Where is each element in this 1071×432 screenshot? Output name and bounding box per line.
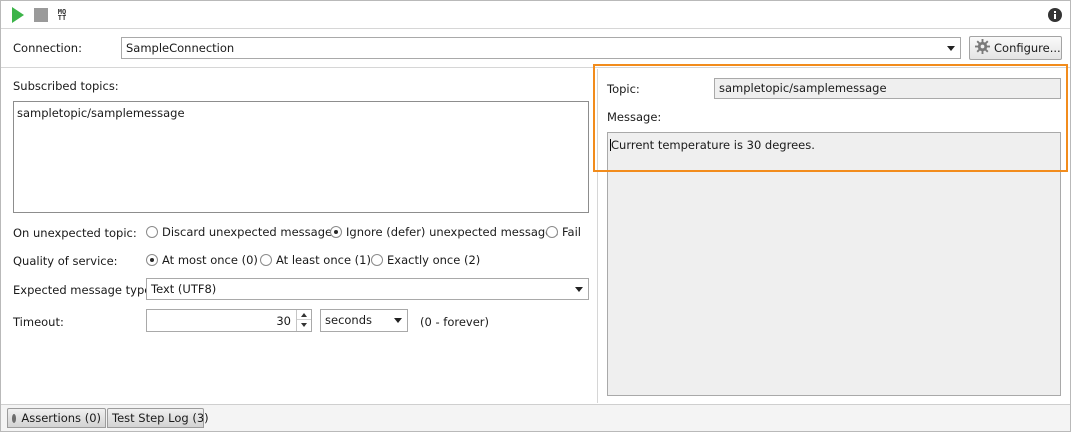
- message-type-label: Expected message type:: [13, 283, 156, 297]
- radio-qos-2[interactable]: Exactly once (2): [371, 253, 480, 267]
- chevron-down-icon: [947, 46, 955, 51]
- stop-icon[interactable]: [32, 6, 50, 24]
- topic-field[interactable]: sampletopic/samplemessage: [714, 78, 1061, 99]
- tab-label: Test Step Log (3): [112, 411, 209, 425]
- radio-label: Discard unexpected messages: [162, 225, 339, 239]
- radio-label: Exactly once (2): [387, 253, 481, 267]
- triangle-up-icon: [301, 312, 307, 317]
- tab-assertions[interactable]: Assertions (0): [7, 408, 106, 428]
- radio-circle: [260, 254, 272, 266]
- mqtt-icon-bottom: TT: [57, 14, 67, 22]
- radio-circle: [146, 226, 158, 238]
- timeout-value: 30: [276, 314, 291, 328]
- configure-button[interactable]: Configure...: [969, 36, 1062, 60]
- subscribed-topics-value: sampletopic/samplemessage: [17, 106, 185, 120]
- tab-label: Assertions (0): [21, 411, 101, 425]
- topic-label: Topic:: [607, 82, 640, 96]
- stepper-up-button[interactable]: [297, 310, 311, 320]
- bottom-tab-bar: Assertions (0) Test Step Log (3): [1, 404, 1070, 431]
- radio-circle: [371, 254, 383, 266]
- radio-qos-1[interactable]: At least once (1): [260, 253, 371, 267]
- timeout-label: Timeout:: [13, 315, 64, 329]
- received-message-panel: Topic: sampletopic/samplemessage Message…: [598, 69, 1070, 403]
- gear-icon: [975, 39, 990, 57]
- unexpected-topic-label: On unexpected topic:: [13, 226, 137, 240]
- connection-select[interactable]: SampleConnection: [121, 37, 961, 59]
- toolbar: MQ TT: [1, 1, 1070, 29]
- radio-qos-0[interactable]: At most once (0): [146, 253, 258, 267]
- message-type-value: Text (UTF8): [151, 282, 217, 296]
- timeout-hint: (0 - forever): [420, 315, 489, 329]
- stepper-buttons: [296, 310, 311, 331]
- topic-value: sampletopic/samplemessage: [719, 81, 887, 95]
- stepper-down-button[interactable]: [297, 320, 311, 330]
- message-label: Message:: [607, 110, 662, 124]
- message-type-select[interactable]: Text (UTF8): [146, 278, 589, 300]
- chevron-down-icon: [575, 287, 583, 292]
- qos-label: Quality of service:: [13, 254, 118, 268]
- radio-label: At most once (0): [162, 253, 258, 267]
- info-icon[interactable]: [1046, 6, 1064, 24]
- connection-label: Connection:: [13, 41, 82, 55]
- subscribed-topics-label: Subscribed topics:: [13, 79, 119, 93]
- connection-value: SampleConnection: [126, 41, 235, 55]
- timeout-stepper[interactable]: 30: [146, 309, 312, 332]
- radio-fail[interactable]: Fail: [546, 225, 581, 239]
- mqtt-icon[interactable]: MQ TT: [53, 6, 71, 24]
- radio-discard-unexpected[interactable]: Discard unexpected messages: [146, 225, 338, 239]
- radio-label: Ignore (defer) unexpected messages: [346, 225, 559, 239]
- radio-circle-checked: [146, 254, 158, 266]
- play-icon[interactable]: [9, 6, 27, 24]
- radio-ignore-unexpected[interactable]: Ignore (defer) unexpected messages: [330, 225, 558, 239]
- connection-row: Connection: SampleConnection Configure..…: [1, 30, 1070, 68]
- radio-label: At least once (1): [276, 253, 371, 267]
- status-dot-icon: [12, 413, 17, 423]
- timeout-unit-value: seconds: [325, 313, 373, 327]
- radio-circle: [546, 226, 558, 238]
- triangle-down-icon: [301, 323, 307, 327]
- subscribed-topics-textarea[interactable]: sampletopic/samplemessage: [13, 101, 589, 213]
- tab-test-step-log[interactable]: Test Step Log (3): [107, 408, 209, 428]
- timeout-unit-select[interactable]: seconds: [320, 309, 408, 332]
- message-value: Current temperature is 30 degrees.: [611, 138, 815, 152]
- radio-label: Fail: [562, 225, 581, 239]
- chevron-down-icon: [394, 318, 402, 323]
- radio-circle-checked: [330, 226, 342, 238]
- settings-panel: Subscribed topics: sampletopic/samplemes…: [1, 69, 597, 403]
- configure-label: Configure...: [994, 41, 1061, 55]
- message-textarea[interactable]: Current temperature is 30 degrees.: [607, 132, 1061, 396]
